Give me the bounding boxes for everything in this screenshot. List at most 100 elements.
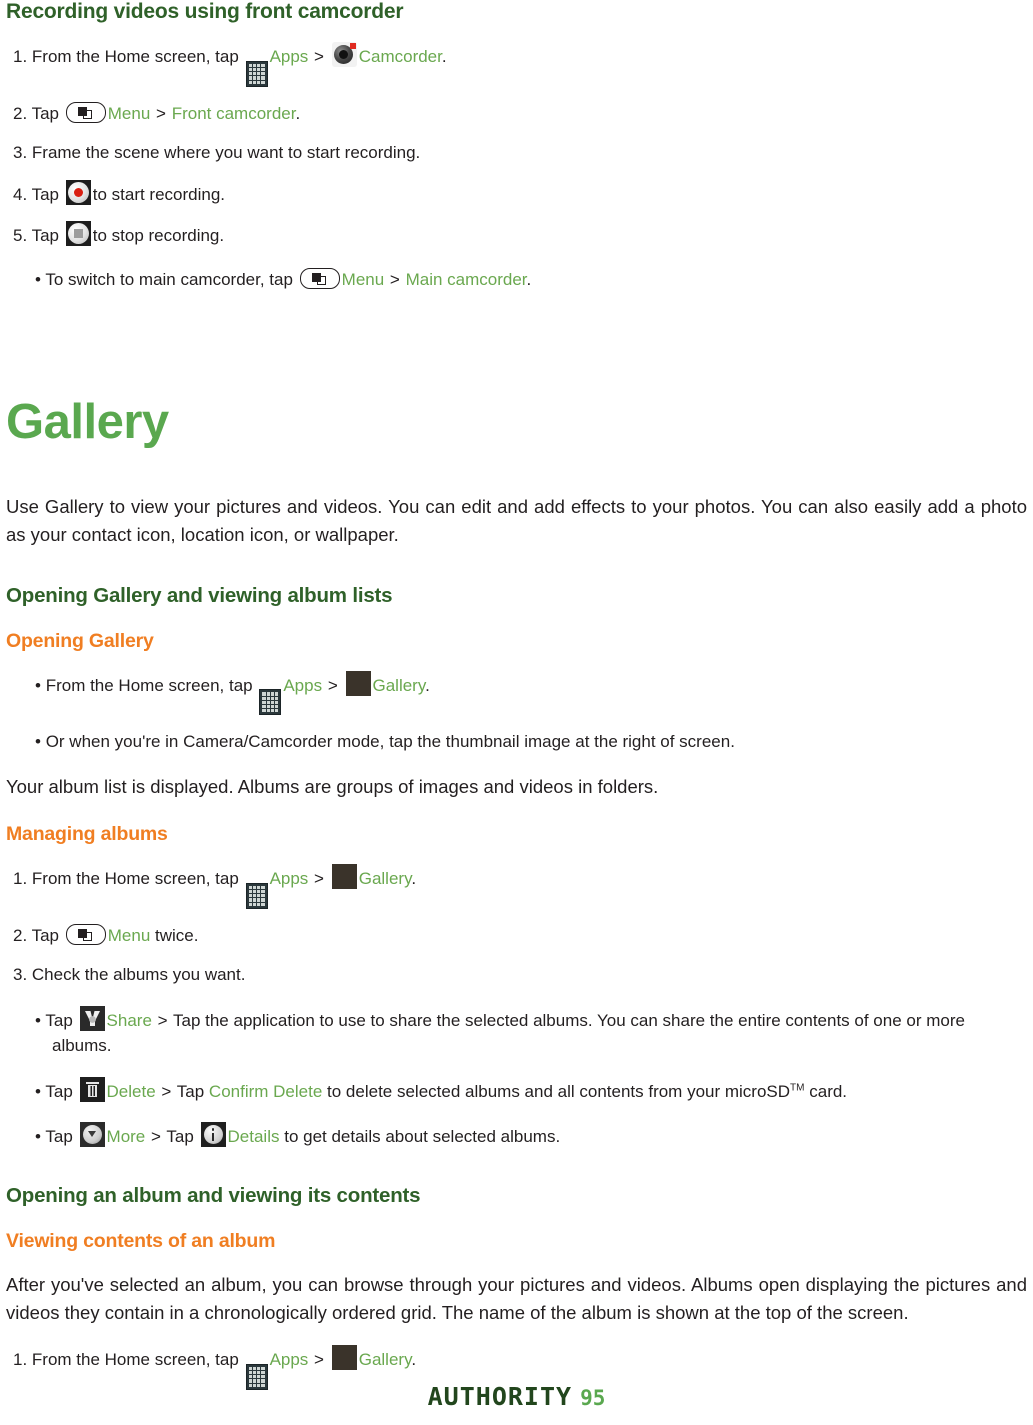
link-menu[interactable]: Menu [108, 104, 151, 123]
gallery-sunset-icon [331, 1344, 357, 1370]
album-list-note: Your album list is displayed. Albums are… [6, 775, 659, 797]
link-menu[interactable]: Menu [108, 926, 151, 945]
link-apps[interactable]: Apps [270, 1350, 309, 1369]
step-front-3: 3. Frame the scene where you want to sta… [13, 143, 421, 163]
link-confirm-delete[interactable]: Confirm Delete [209, 1082, 322, 1101]
bullet: • [35, 675, 41, 695]
apps-grid-icon [245, 882, 268, 909]
step-front-5-prefix: 5. Tap [13, 226, 60, 246]
bullet-text: From the Home screen, tap [45, 675, 253, 695]
link-share[interactable]: Share [107, 1011, 152, 1030]
step-front-1-text: 1. From the Home screen, tap [13, 47, 239, 66]
period: . [425, 675, 430, 695]
link-more[interactable]: More [107, 1127, 146, 1146]
camcorder-lens-icon [331, 42, 357, 67]
link-apps[interactable]: Apps [270, 47, 309, 66]
link-main-camcorder[interactable]: Main camcorder [406, 270, 527, 289]
tap-label: Tap [45, 1127, 73, 1147]
bullet: • [35, 1010, 41, 1030]
step-front-4: 4. Tap to start recording. [6, 179, 1027, 208]
period: . [295, 103, 301, 123]
manual-page: Recording videos using front camcorder 1… [0, 0, 1033, 1425]
step-front-2-text: 2. Tap [13, 103, 60, 123]
period: . [411, 868, 417, 888]
step-front-5: 5. Tap to stop recording. [6, 221, 1027, 249]
step-managing-2-suffix: twice. [155, 925, 199, 945]
apps-grid-icon [259, 689, 282, 716]
share-description: Tap the application to use to share the … [52, 1010, 965, 1056]
bullet-more-details: • Tap More > Tap Details to get details … [6, 1122, 1027, 1150]
bullet-delete-albums: • Tap Delete > Tap Confirm Delete to del… [6, 1076, 1027, 1105]
footer-brand: AUTHORITY [427, 1382, 573, 1411]
step-managing-1: 1. From the Home screen, tap Apps > Gall… [6, 863, 1027, 909]
page-footer: AUTHORITY 95 [0, 1382, 1033, 1411]
footer-page-number: 95 [580, 1386, 606, 1410]
apps-grid-icon [245, 60, 268, 87]
link-gallery[interactable]: Gallery [373, 676, 426, 695]
step-front-2: 2. Tap Menu > Front camcorder. [6, 101, 1027, 127]
bullet-open-gallery-home: • From the Home screen, tap Apps > Galle… [6, 670, 1027, 716]
step-viewing-1-text: 1. From the Home screen, tap [13, 1349, 239, 1369]
delete-description-end: card. [809, 1081, 848, 1101]
step-front-5-suffix: to stop recording. [92, 226, 225, 246]
tap-label: Tap [45, 1081, 73, 1101]
link-gallery[interactable]: Gallery [359, 869, 412, 888]
tap-label: Tap [45, 1010, 73, 1030]
step-front-4-prefix: 4. Tap [13, 184, 60, 204]
trash-icon [79, 1076, 105, 1102]
stop-button-icon [65, 221, 91, 247]
step-managing-1-text: 1. From the Home screen, tap [13, 868, 239, 888]
separator-gt: > [389, 269, 400, 289]
separator-gt: > [157, 1010, 168, 1030]
trademark-symbol: TM [790, 1082, 805, 1094]
page-title-gallery: Gallery [6, 395, 169, 450]
note-switch-main-camcorder: • To switch to main camcorder, tap Menu … [6, 267, 1027, 293]
separator-gt: > [161, 1081, 172, 1101]
bullet: • [35, 1127, 41, 1147]
tap-label-2: Tap [166, 1127, 194, 1147]
link-apps[interactable]: Apps [283, 676, 322, 695]
link-camcorder[interactable]: Camcorder [359, 47, 442, 66]
separator-gt: > [327, 675, 338, 695]
bullet-open-gallery-thumbnail: • Or when you're in Camera/Camcorder mod… [6, 729, 1027, 755]
record-button-icon [65, 179, 91, 205]
step-managing-3: 3. Check the albums you want. [13, 965, 246, 985]
delete-description: to delete selected albums and all conten… [327, 1081, 791, 1101]
subheading-opening-gallery: Opening Gallery [6, 629, 154, 652]
tap-label-2: Tap [176, 1081, 205, 1101]
step-managing-2: 2. Tap Menu twice. [6, 923, 1027, 949]
heading-recording-videos: Recording videos using front camcorder [6, 0, 404, 23]
bullet: • [35, 1081, 41, 1101]
link-gallery[interactable]: Gallery [359, 1350, 412, 1369]
step-managing-2-prefix: 2. Tap [13, 925, 60, 945]
share-icon [79, 1005, 105, 1031]
gallery-sunset-icon [331, 863, 357, 889]
gallery-intro-paragraph: Use Gallery to view your pictures and vi… [6, 496, 1027, 546]
subheading-viewing-contents: Viewing contents of an album [6, 1229, 276, 1252]
link-apps[interactable]: Apps [270, 869, 309, 888]
step-front-4-suffix: to start recording. [92, 184, 226, 204]
step-front-1: 1. From the Home screen, tap Apps > Camc… [6, 42, 1027, 87]
separator-gt: > [156, 103, 166, 123]
bullet: • [35, 269, 41, 289]
link-details[interactable]: Details [228, 1127, 280, 1146]
menu-hardware-key-icon [299, 267, 340, 289]
note-text: To switch to main camcorder, tap [45, 269, 293, 289]
bullet: • [35, 732, 41, 752]
more-chevron-icon [79, 1122, 105, 1148]
link-menu[interactable]: Menu [342, 270, 385, 289]
bullet-share-albums: • Tap Share > Tap the application to use… [6, 1005, 1027, 1059]
period: . [526, 269, 532, 289]
more-description: to get details about selected albums. [284, 1127, 561, 1147]
subheading-managing-albums: Managing albums [6, 822, 168, 845]
viewing-contents-paragraph: After you've selected an album, you can … [6, 1273, 1027, 1323]
period: . [411, 1349, 417, 1369]
separator-gt: > [314, 1349, 324, 1369]
separator-gt: > [151, 1127, 161, 1147]
separator-gt: > [314, 47, 324, 66]
link-front-camcorder[interactable]: Front camcorder [172, 104, 296, 123]
menu-hardware-key-icon [65, 923, 106, 945]
heading-opening-gallery-album-lists: Opening Gallery and viewing album lists [6, 583, 393, 607]
info-icon [200, 1122, 226, 1148]
link-delete[interactable]: Delete [107, 1082, 156, 1101]
